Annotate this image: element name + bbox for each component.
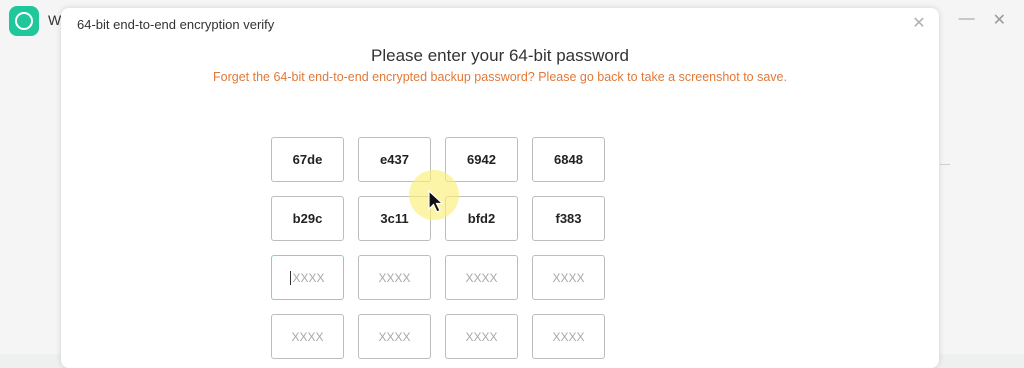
- backup-password-hint: Forget the 64-bit end-to-end encrypted b…: [213, 70, 787, 84]
- segment-value: f383: [555, 211, 582, 226]
- segment-placeholder: XXXX: [552, 329, 585, 344]
- password-segment-input[interactable]: XXXX: [532, 314, 605, 359]
- segment-placeholder: XXXX: [378, 329, 411, 344]
- segment-placeholder: XXXX: [292, 270, 325, 285]
- close-window-icon[interactable]: ✕: [993, 10, 1006, 30]
- minimize-icon[interactable]: —: [959, 10, 975, 30]
- password-segment-input[interactable]: XXXX: [358, 314, 431, 359]
- segment-value: b29c: [292, 211, 323, 226]
- segment-placeholder: XXXX: [378, 270, 411, 285]
- whatsapp-transfer-icon: [9, 6, 39, 36]
- password-segment-input[interactable]: XXXX: [358, 255, 431, 300]
- text-caret: [290, 270, 292, 285]
- close-icon[interactable]: ✕: [909, 14, 929, 34]
- password-segment-input[interactable]: 6848: [532, 137, 605, 182]
- password-segment-input[interactable]: XXXX: [445, 314, 518, 359]
- background-app-title: W: [48, 12, 62, 28]
- segment-value: 67de: [292, 152, 323, 167]
- password-segment-input[interactable]: 3c11: [358, 196, 431, 241]
- dialog-title: 64-bit end-to-end encryption verify: [77, 17, 275, 32]
- password-segment-input[interactable]: 67de: [271, 137, 344, 182]
- segment-placeholder: XXXX: [552, 270, 585, 285]
- segment-value: 6848: [554, 152, 583, 167]
- segment-value: e437: [380, 152, 409, 167]
- segment-value: 3c11: [380, 211, 409, 226]
- password-segment-input[interactable]: bfd2: [445, 196, 518, 241]
- window-controls: — ✕: [959, 10, 1006, 30]
- segment-placeholder: XXXX: [465, 329, 498, 344]
- segment-placeholder: XXXX: [291, 329, 324, 344]
- password-segment-input[interactable]: XXXX: [445, 255, 518, 300]
- password-segment-input[interactable]: XXXX: [271, 255, 344, 300]
- password-segment-input[interactable]: f383: [532, 196, 605, 241]
- password-segment-input[interactable]: XXXX: [271, 314, 344, 359]
- password-segment-input[interactable]: XXXX: [532, 255, 605, 300]
- password-segment-input[interactable]: 6942: [445, 137, 518, 182]
- segment-placeholder: XXXX: [465, 270, 498, 285]
- password-grid: 67de e437 6942 6848 b29c 3c11 bfd2 f383 XXXX XXXX…: [271, 137, 605, 359]
- password-segment-input[interactable]: e437: [358, 137, 431, 182]
- segment-value: bfd2: [467, 211, 496, 226]
- password-segment-input[interactable]: b29c: [271, 196, 344, 241]
- divider: [940, 164, 950, 165]
- segment-value: 6942: [467, 152, 496, 167]
- page-title: Please enter your 64-bit password: [371, 46, 629, 65]
